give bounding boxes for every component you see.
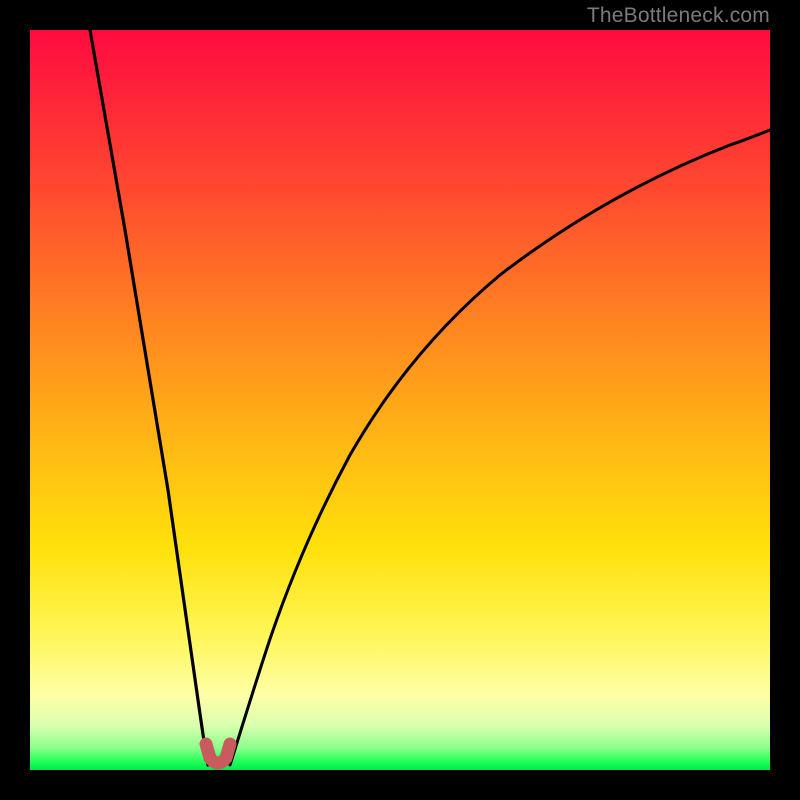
curve-left-branch: [90, 30, 208, 765]
plot-area: [30, 30, 770, 770]
chart-svg: [30, 30, 770, 770]
outer-frame: TheBottleneck.com: [0, 0, 800, 800]
watermark-text: TheBottleneck.com: [587, 4, 770, 28]
dip-marker: [206, 744, 230, 763]
curve-right-branch: [230, 130, 770, 765]
